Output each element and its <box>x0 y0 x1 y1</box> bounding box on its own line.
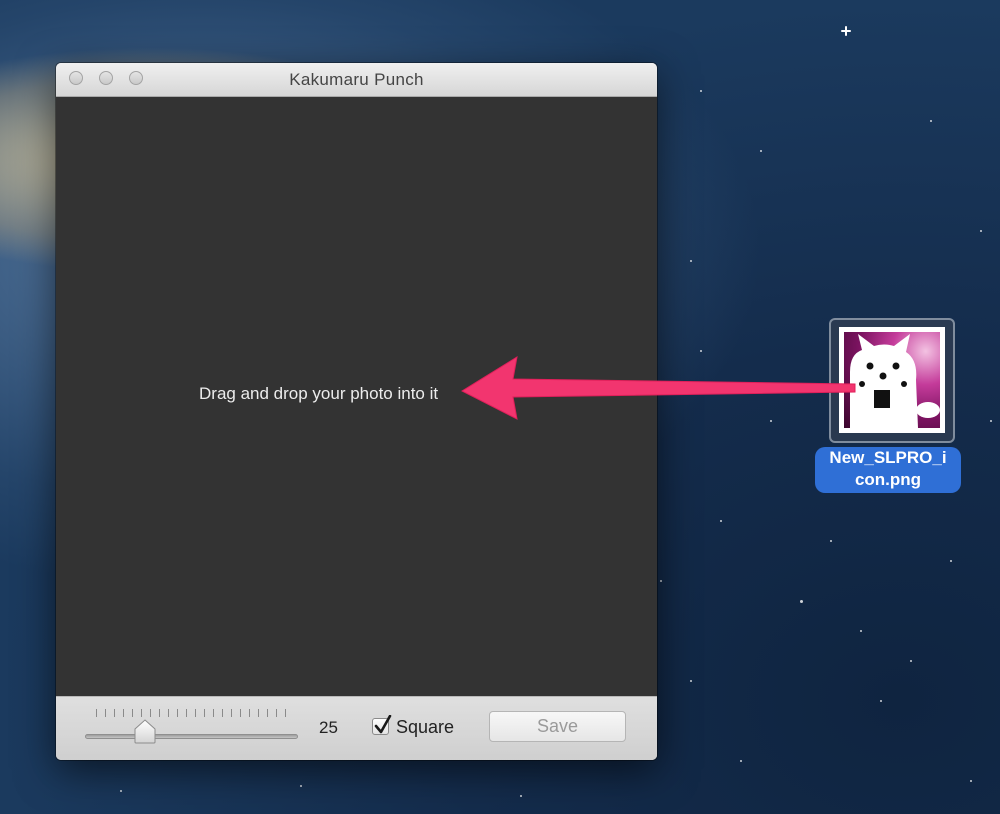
photo-drop-area[interactable]: Drag and drop your photo into it <box>56 97 657 696</box>
bright-star <box>841 26 851 36</box>
cat-icon <box>850 334 940 428</box>
size-slider-thumb[interactable] <box>134 719 156 744</box>
desktop-file-icon[interactable] <box>829 318 955 443</box>
app-window: Kakumaru Punch Drag and drop your photo … <box>56 63 657 760</box>
bottom-toolbar: 25 Square Save <box>56 696 657 760</box>
file-name-line-2: con.png <box>854 470 922 489</box>
square-checkbox[interactable] <box>372 715 392 735</box>
drop-hint-text: Drag and drop your photo into it <box>199 384 439 403</box>
window-title: Kakumaru Punch <box>289 70 424 89</box>
square-label[interactable]: Square <box>396 717 454 738</box>
file-name-line-1: New_SLPRO_i <box>829 448 947 467</box>
file-name-label[interactable]: New_SLPRO_i con.png <box>815 447 961 493</box>
image-thumbnail <box>839 327 945 433</box>
slider-value: 25 <box>319 718 338 737</box>
size-slider-track[interactable] <box>85 734 298 739</box>
checkmark-icon <box>374 715 392 734</box>
title-bar[interactable]: Kakumaru Punch <box>56 63 657 97</box>
save-button[interactable]: Save <box>489 711 626 742</box>
slider-tick-marks <box>96 709 292 718</box>
